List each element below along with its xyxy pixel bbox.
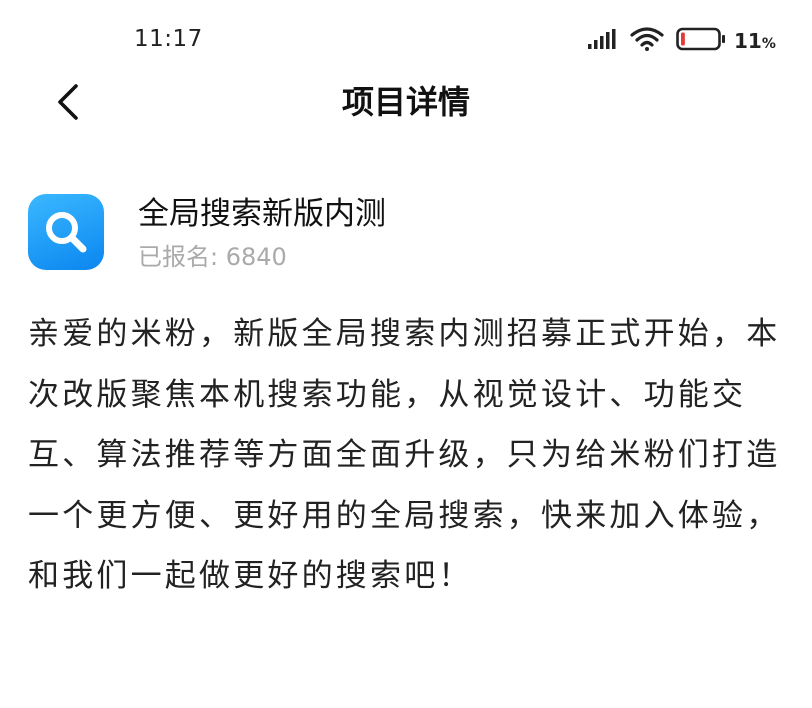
battery-percentage: 11% xyxy=(734,29,776,53)
header: 项目详情 xyxy=(0,80,812,160)
project-app-icon xyxy=(28,194,104,270)
status-indicators: 11% xyxy=(588,26,776,56)
signup-count: 已报名: 6840 xyxy=(138,242,287,272)
signup-label: 已报名: xyxy=(138,243,226,271)
page-title: 项目详情 xyxy=(341,83,470,121)
wifi-icon xyxy=(630,27,664,55)
project-info: 全局搜索新版内测 已报名: 6840 xyxy=(28,194,788,274)
status-time: 11:17 xyxy=(134,26,203,52)
project-description: 亲爱的米粉，新版全局搜索内测招募正式开始，本次改版聚焦本机搜索功能，从视觉设计、… xyxy=(28,316,781,594)
status-bar: 11:17 11% xyxy=(0,0,812,80)
project-name: 全局搜索新版内测 xyxy=(138,196,386,232)
signal-bars-icon xyxy=(588,29,616,53)
signup-number: 6840 xyxy=(225,243,287,271)
battery-low-icon xyxy=(676,27,726,55)
